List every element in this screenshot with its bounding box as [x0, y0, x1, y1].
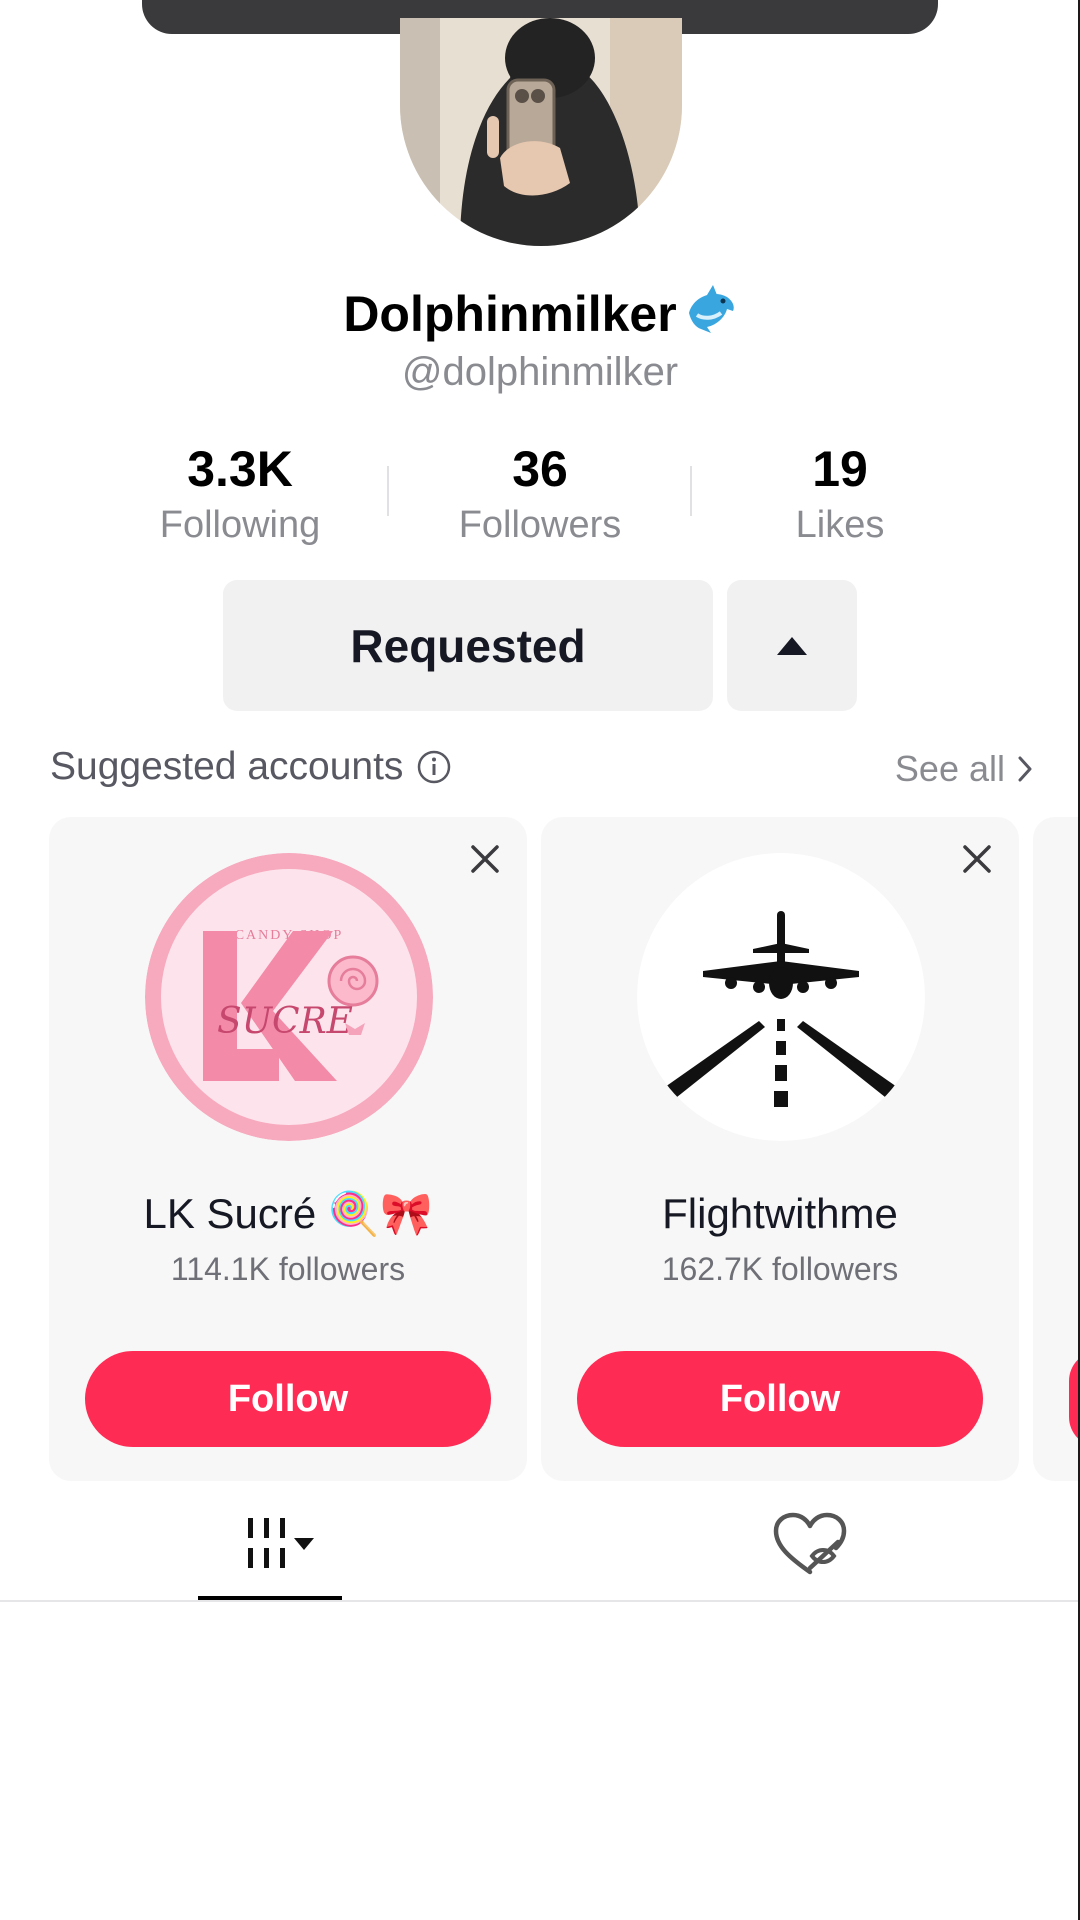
display-name-text: Dolphinmilker	[343, 286, 677, 342]
suggested-accounts-header: Suggested accounts	[50, 745, 451, 789]
info-icon[interactable]	[417, 750, 451, 784]
follow-button[interactable]: Follow	[577, 1351, 983, 1447]
see-all-label: See all	[894, 748, 1005, 789]
suggested-account-card[interactable]: CANDY SHOP SUCRE LK Sucré 🍭🎀 114.1K foll…	[49, 817, 527, 1481]
suggestions-toggle-button[interactable]	[727, 580, 857, 711]
account-followers: 162.7K followers	[661, 1251, 899, 1287]
tab-divider	[0, 1600, 1080, 1602]
stat-following-value: 3.3K	[187, 441, 293, 497]
tab-liked[interactable]	[760, 1500, 860, 1590]
suggested-account-card-partial[interactable]	[1033, 817, 1080, 1481]
follow-button[interactable]: Follow	[85, 1351, 491, 1447]
stat-likes[interactable]: 19 Likes	[690, 440, 990, 547]
stat-followers-value: 36	[512, 441, 568, 497]
account-followers: 114.1K followers	[170, 1251, 406, 1287]
stat-likes-value: 19	[812, 441, 868, 497]
display-name: Dolphinmilker	[0, 283, 1080, 349]
stat-followers[interactable]: 36 Followers	[390, 440, 690, 547]
suggested-accounts-title: Suggested accounts	[50, 745, 404, 788]
stat-following[interactable]: 3.3K Following	[90, 440, 390, 547]
stat-following-label: Following	[159, 504, 321, 546]
dolphin-icon	[683, 283, 737, 349]
see-all-link[interactable]: See all	[895, 748, 1033, 790]
suggested-account-card[interactable]: Flightwithme 162.7K followers Follow	[541, 817, 1019, 1481]
account-avatar[interactable]	[637, 853, 925, 1141]
stat-divider	[387, 466, 389, 516]
requested-button[interactable]: Requested	[223, 580, 713, 711]
account-name: LK Sucré 🍭🎀	[143, 1190, 433, 1237]
chevron-right-icon	[1018, 756, 1032, 782]
close-icon[interactable]	[465, 839, 505, 879]
account-name: Flightwithme	[662, 1190, 898, 1237]
stat-likes-label: Likes	[795, 504, 885, 546]
grid-icon	[248, 1518, 314, 1568]
liked-hidden-icon	[773, 1512, 847, 1575]
account-avatar[interactable]: CANDY SHOP SUCRE	[145, 853, 433, 1141]
caret-up-icon	[777, 636, 807, 655]
tab-videos[interactable]	[198, 1500, 342, 1590]
username-handle: @dolphinmilker	[401, 350, 679, 394]
close-icon[interactable]	[957, 839, 997, 879]
logo-script-text: SUCRE	[217, 1001, 353, 1042]
stat-followers-label: Followers	[458, 504, 622, 546]
avatar[interactable]	[400, 18, 682, 246]
